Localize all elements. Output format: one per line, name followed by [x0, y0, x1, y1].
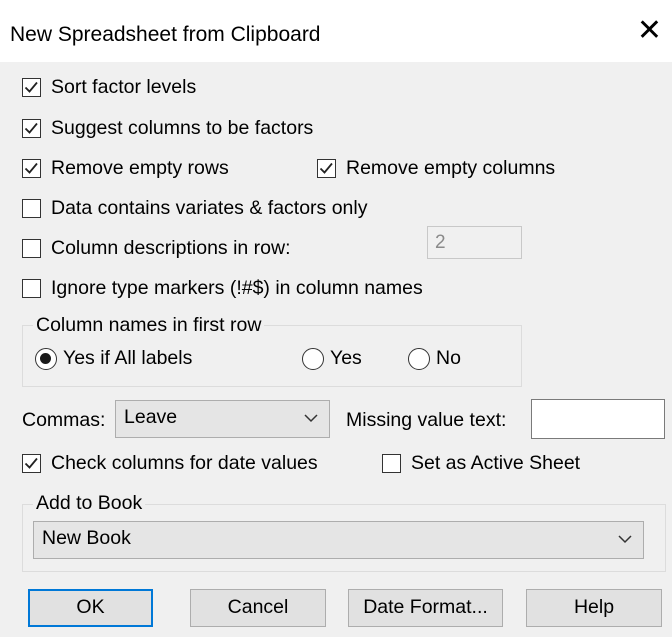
sort-factor-levels-checkbox[interactable] — [22, 78, 41, 97]
dialog-title: New Spreadsheet from Clipboard — [10, 23, 321, 46]
title-bar: New Spreadsheet from Clipboard ✕ — [0, 0, 672, 62]
commas-label: Commas: — [22, 409, 106, 431]
check-dates-label: Check columns for date values — [51, 452, 318, 474]
ok-button[interactable]: OK — [28, 589, 153, 627]
description-row-input[interactable]: 2 — [427, 226, 522, 259]
checkmark-icon — [319, 162, 333, 174]
new-spreadsheet-dialog: New Spreadsheet from Clipboard ✕ Sort fa… — [0, 0, 672, 637]
chevron-down-icon — [304, 414, 318, 423]
column-descriptions-label: Column descriptions in row: — [51, 237, 291, 259]
missing-value-input[interactable] — [531, 399, 665, 439]
radio-no[interactable] — [408, 348, 430, 370]
missing-value-label: Missing value text: — [346, 409, 507, 431]
column-descriptions-checkbox[interactable] — [22, 239, 41, 258]
description-row-value: 2 — [435, 232, 446, 253]
checkmark-icon — [24, 122, 38, 134]
date-format-button[interactable]: Date Format... — [348, 589, 503, 627]
ignore-type-markers-label: Ignore type markers (!#$) in column name… — [51, 277, 423, 299]
add-to-book-title: Add to Book — [33, 492, 146, 515]
chevron-down-icon — [618, 535, 632, 544]
check-dates-checkbox[interactable] — [22, 454, 41, 473]
add-to-book-value: New Book — [42, 527, 131, 549]
checkmark-icon — [24, 162, 38, 174]
commas-value: Leave — [124, 406, 178, 428]
variates-factors-only-checkbox[interactable] — [22, 199, 41, 218]
checkmark-icon — [24, 81, 38, 93]
ignore-type-markers-checkbox[interactable] — [22, 279, 41, 298]
radio-yes[interactable] — [302, 348, 324, 370]
checkmark-icon — [24, 457, 38, 469]
radio-yes-label: Yes — [330, 347, 362, 369]
remove-empty-rows-checkbox[interactable] — [22, 159, 41, 178]
column-names-group-title: Column names in first row — [33, 314, 265, 337]
variates-factors-only-label: Data contains variates & factors only — [51, 197, 368, 219]
suggest-factors-label: Suggest columns to be factors — [51, 117, 314, 139]
set-active-sheet-checkbox[interactable] — [382, 454, 401, 473]
remove-empty-columns-checkbox[interactable] — [317, 159, 336, 178]
set-active-sheet-label: Set as Active Sheet — [411, 452, 581, 474]
suggest-factors-checkbox[interactable] — [22, 119, 41, 138]
sort-factor-levels-label: Sort factor levels — [51, 76, 197, 98]
radio-yes-if-all-labels[interactable] — [35, 348, 57, 370]
remove-empty-columns-label: Remove empty columns — [346, 157, 556, 179]
cancel-button[interactable]: Cancel — [190, 589, 326, 627]
add-to-book-dropdown[interactable]: New Book — [33, 521, 644, 559]
radio-no-label: No — [436, 347, 461, 369]
close-icon[interactable]: ✕ — [637, 16, 662, 46]
remove-empty-rows-label: Remove empty rows — [51, 157, 229, 179]
commas-dropdown[interactable]: Leave — [115, 400, 330, 438]
dialog-body: Sort factor levels Suggest columns to be… — [0, 62, 672, 637]
radio-yes-if-all-labels-label: Yes if All labels — [63, 347, 193, 369]
help-button[interactable]: Help — [526, 589, 662, 627]
